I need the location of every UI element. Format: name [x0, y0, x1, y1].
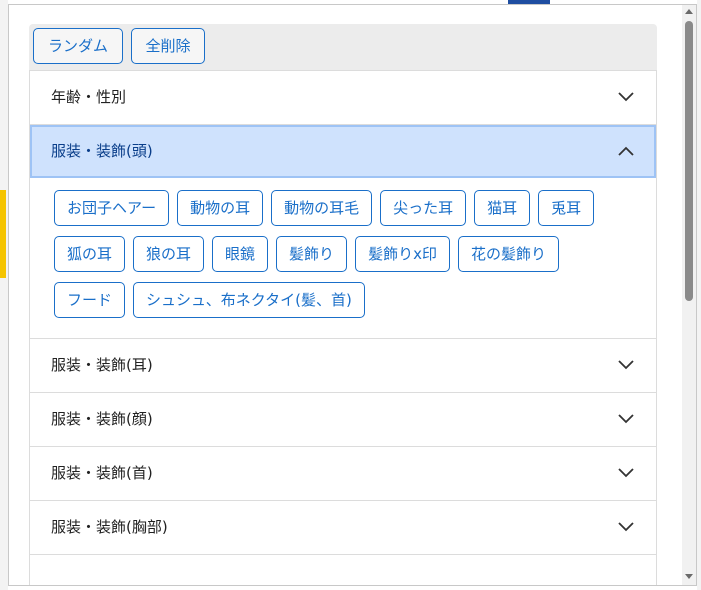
accordion-label: 服装・装飾(顔) — [51, 410, 153, 428]
tag-button[interactable]: 狼の耳 — [133, 236, 205, 272]
tag-button[interactable]: フード — [54, 282, 126, 318]
tag-button[interactable]: 花の髪飾り — [457, 236, 559, 272]
tag-button[interactable]: 猫耳 — [474, 190, 531, 226]
chevron-down-icon — [618, 414, 634, 424]
accordion-label: 服装・装飾(胸部) — [51, 518, 168, 536]
tag-row: フード シュシュ、布ネクタイ(髪、首) — [54, 282, 656, 318]
accordion-item-head: 服装・装飾(頭) お団子ヘアー 動物の耳 動物の耳毛 尖った耳 猫耳 兎耳 狐の耳 狼の耳 眼鏡… — [29, 125, 657, 339]
accordion-label: 服装・装飾(耳) — [51, 356, 153, 374]
tag-button[interactable]: 動物の耳毛 — [271, 190, 373, 226]
accordion-item-next — [29, 555, 657, 585]
accordion-item-ears: 服装・装飾(耳) — [29, 339, 657, 393]
tag-button[interactable]: 動物の耳 — [177, 190, 264, 226]
head-tag-list: お団子ヘアー 動物の耳 動物の耳毛 尖った耳 猫耳 兎耳 狐の耳 狼の耳 眼鏡 髪飾り 髪飾りx印花… — [30, 178, 656, 338]
tag-picker-dialog: ランダム 全削除 年齢・性別 服装・装飾(頭) お団子ヘアー 動物の耳 動物の耳毛尖… — [8, 4, 697, 586]
tag-button[interactable]: お団子ヘアー — [54, 190, 170, 226]
tag-button[interactable]: シュシュ、布ネクタイ(髪、首) — [133, 282, 365, 318]
tag-button[interactable]: 髪飾り — [276, 236, 348, 272]
tag-button[interactable]: 兎耳 — [538, 190, 595, 226]
background-page-left — [0, 0, 8, 590]
tag-button[interactable]: 狐の耳 — [54, 236, 126, 272]
scrollbar[interactable] — [682, 5, 696, 585]
chevron-up-icon — [618, 146, 634, 156]
chevron-down-icon — [618, 92, 634, 102]
accordion-item-face: 服装・装飾(顔) — [29, 393, 657, 447]
accordion-header-next[interactable] — [30, 555, 656, 585]
tag-button[interactable]: 眼鏡 — [212, 236, 269, 272]
clear-all-button[interactable]: 全削除 — [131, 28, 205, 64]
accordion-header-head[interactable]: 服装・装飾(頭) — [30, 125, 656, 178]
accordion-header-age-gender[interactable]: 年齢・性別 — [30, 71, 656, 124]
accordion-item-neck: 服装・装飾(首) — [29, 447, 657, 501]
accordion-header-neck[interactable]: 服装・装飾(首) — [30, 447, 656, 500]
random-button[interactable]: ランダム — [33, 28, 123, 64]
accordion-label: 服装・装飾(首) — [51, 464, 153, 482]
background-banner — [0, 190, 6, 278]
chevron-down-icon — [618, 522, 634, 532]
accordion-header-ears[interactable]: 服装・装飾(耳) — [30, 339, 656, 392]
accordion-item-age-gender: 年齢・性別 — [29, 70, 657, 125]
dialog-toolbar: ランダム 全削除 — [29, 24, 657, 72]
scroll-down-icon[interactable] — [685, 574, 693, 579]
accordion-label: 服装・装飾(頭) — [51, 142, 153, 160]
category-accordion: 年齢・性別 服装・装飾(頭) お団子ヘアー 動物の耳 動物の耳毛 尖った耳 猫耳 兎耳 狐の… — [29, 70, 657, 585]
accordion-item-chest: 服装・装飾(胸部) — [29, 501, 657, 555]
tag-button[interactable]: 尖った耳 — [380, 190, 467, 226]
dialog-scroll-area[interactable]: ランダム 全削除 年齢・性別 服装・装飾(頭) お団子ヘアー 動物の耳 動物の耳毛尖… — [9, 5, 682, 585]
tag-row: お団子ヘアー 動物の耳 動物の耳毛 尖った耳 猫耳 兎耳 — [54, 190, 656, 226]
scroll-up-icon[interactable] — [685, 9, 693, 14]
accordion-label: 年齢・性別 — [51, 88, 127, 106]
chevron-down-icon — [618, 468, 634, 478]
background-page-right — [697, 0, 701, 590]
accordion-header-face[interactable]: 服装・装飾(顔) — [30, 393, 656, 446]
scrollbar-thumb[interactable] — [685, 21, 693, 301]
chevron-down-icon — [618, 360, 634, 370]
accordion-header-chest[interactable]: 服装・装飾(胸部) — [30, 501, 656, 554]
tag-button[interactable]: 髪飾りx印 — [355, 236, 450, 272]
tag-row: 狐の耳 狼の耳 眼鏡 髪飾り 髪飾りx印 花の髪飾り — [54, 236, 656, 272]
